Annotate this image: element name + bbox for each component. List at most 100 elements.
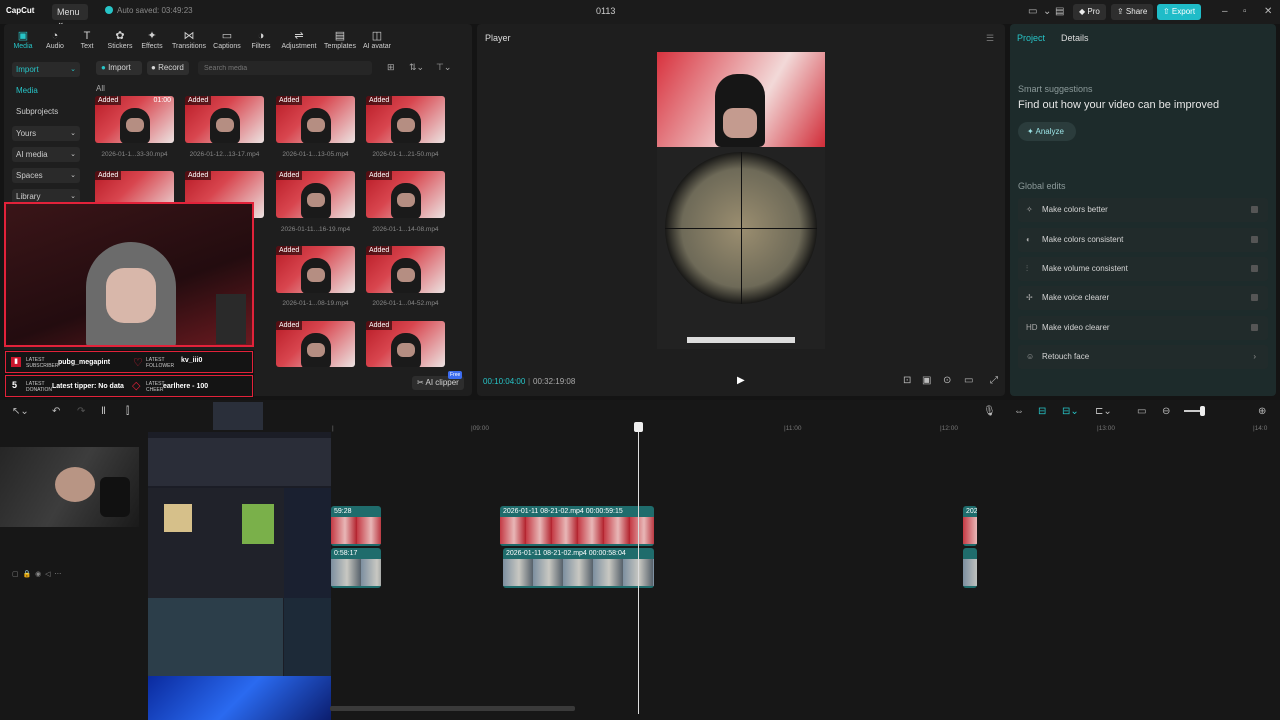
video-clip[interactable]: 2026-01-11 08-21-02.mp4 00:00:58:04 [503, 548, 654, 588]
nav-subprojects[interactable]: Subprojects [12, 104, 80, 119]
video-clip[interactable]: 2026-01-11 08-21-02.mp4 00:00:59:15 [500, 506, 654, 546]
media-thumbnail[interactable]: Added 01:00 [95, 96, 174, 143]
media-thumbnail[interactable]: Added [276, 96, 355, 143]
zoom-in-icon[interactable]: ⊕ [1258, 406, 1266, 417]
video-clip[interactable]: 0:58:17 [331, 548, 381, 588]
tool-adjustment[interactable]: ⇌ Adjustment [280, 30, 318, 50]
playhead[interactable] [638, 424, 639, 714]
make-voice-clearer-item[interactable]: ✢ Make voice clearer [1018, 286, 1268, 310]
fullscreen-icon[interactable]: ⤢ [990, 375, 998, 386]
media-thumbnail[interactable]: Added [366, 171, 445, 218]
ratio-icon[interactable]: ▭ [964, 375, 973, 386]
media-thumbnail[interactable]: Added [366, 321, 445, 367]
speaker-icon[interactable]: ◁ [45, 571, 50, 578]
video-clip[interactable] [963, 548, 977, 588]
microphone-icon[interactable]: 🎙 [983, 406, 996, 417]
tool-filters[interactable]: ◑ Filters [242, 30, 280, 50]
lock-icon[interactable]: 🔒 [23, 571, 32, 578]
pro-button[interactable]: ◆ Pro [1073, 4, 1106, 20]
volume-icon: ⫶ [1026, 264, 1028, 273]
maximize-icon[interactable]: ▫ [1243, 6, 1247, 17]
filter-icon[interactable]: ⊤⌄ [436, 62, 451, 73]
toggle-checkbox[interactable] [1251, 265, 1258, 272]
preview-axis-icon[interactable]: ⊏⌄ [1095, 406, 1112, 417]
video-preview[interactable] [657, 52, 825, 349]
media-thumbnail[interactable]: Added [276, 321, 355, 367]
shortcuts-icon[interactable]: ▤ [1055, 6, 1064, 17]
player-menu-icon[interactable]: ☰ [986, 33, 994, 44]
nav-spaces[interactable]: Spaces ⌄ [12, 168, 80, 183]
tool-captions[interactable]: ▭ Captions [208, 30, 246, 50]
cover-icon[interactable]: ▢ [12, 571, 19, 578]
retouch-face-item[interactable]: ☺ Retouch face › [1018, 345, 1268, 369]
link-icon[interactable]: ⇔ [1014, 406, 1024, 417]
tool-ai-avatar[interactable]: ◫ AI avatar [358, 30, 396, 50]
import-button[interactable]: ● Import [96, 61, 142, 75]
select-tool-icon[interactable]: ↖⌄ [12, 406, 29, 417]
make-video-clearer-item[interactable]: HD Make video clearer [1018, 316, 1268, 340]
layout-menu-icon[interactable]: ⌄ [1043, 6, 1051, 17]
menu-button[interactable]: Menu ⌄ [52, 4, 88, 27]
nav-media[interactable]: Media [12, 83, 80, 98]
make-volume-consistent-item[interactable]: ⫶ Make volume consistent [1018, 257, 1268, 281]
quality-icon[interactable]: ▣ [922, 375, 931, 386]
media-thumbnail[interactable]: Added [366, 96, 445, 143]
tab-details[interactable]: Details [1061, 33, 1089, 43]
sort-icon[interactable]: ⇅⌄ [409, 62, 424, 73]
caption-track-icon[interactable]: ▭ [1137, 406, 1146, 417]
chevron-down-icon: ⌄ [70, 151, 76, 158]
snap-icon[interactable]: ⊟⌄ [1062, 406, 1079, 417]
grid-view-icon[interactable]: ⊞ [387, 62, 395, 73]
nav-ai-media[interactable]: AI media ⌄ [12, 147, 80, 162]
playhead-handle[interactable] [634, 422, 643, 432]
search-input[interactable] [198, 61, 372, 75]
analyze-button[interactable]: ✦ Analyze [1018, 122, 1076, 141]
share-button[interactable]: ⇪ Share [1111, 4, 1154, 20]
tool-transitions[interactable]: ⋈ Transitions [170, 30, 208, 50]
tool-label: Captions [213, 43, 241, 50]
zoom-out-icon[interactable]: ⊖ [1162, 406, 1170, 417]
toggle-checkbox[interactable] [1251, 236, 1258, 243]
zoom-slider-handle[interactable] [1200, 406, 1205, 416]
undo-icon[interactable]: ↶ [52, 406, 60, 417]
zoom-icon[interactable]: ⊙ [943, 375, 951, 386]
make-colors-better-item[interactable]: ✧ Make colors better [1018, 198, 1268, 222]
record-button[interactable]: ● Record [147, 61, 189, 75]
crop-icon[interactable]: ⊡ [903, 375, 911, 386]
tool-effects[interactable]: ✦ Effects [133, 30, 171, 50]
toggle-checkbox[interactable] [1251, 294, 1258, 301]
smart-suggestions-text: Find out how your video can be improved [1018, 99, 1220, 111]
media-thumbnail[interactable]: Added [185, 96, 264, 143]
stream-row: ▮ LATEST SUBSCRIBER pubg_megapint ♡ LATE… [5, 351, 253, 373]
transitions-icon: ⋈ [183, 30, 195, 42]
ruler-tick: |13:00 [1097, 425, 1115, 432]
split-icon[interactable]: Ⅱ [101, 406, 106, 417]
media-thumbnail[interactable]: Added [276, 246, 355, 293]
make-colors-consistent-item[interactable]: ◐ Make colors consistent [1018, 228, 1268, 252]
magnet-icon[interactable]: ⊟ [1038, 406, 1046, 417]
play-button[interactable]: ▶ [737, 375, 745, 386]
close-icon[interactable]: ✕ [1264, 6, 1272, 17]
export-button[interactable]: ⇧ Export [1157, 4, 1202, 20]
layout-icon[interactable]: ▭ [1028, 6, 1037, 17]
media-thumbnail[interactable]: Added [366, 246, 445, 293]
ai-clipper-label: AI clipper [425, 378, 459, 387]
eye-icon[interactable]: ◉ [35, 571, 41, 578]
media-thumbnail[interactable]: Added [276, 171, 355, 218]
redo-icon[interactable]: ↷ [77, 406, 85, 417]
media-filename: 2026-01-12...13-17.mp4 [189, 151, 260, 158]
delete-left-icon[interactable]: ⫿ [126, 406, 129, 417]
toggle-checkbox[interactable] [1251, 206, 1258, 213]
toggle-checkbox[interactable] [1251, 324, 1258, 331]
video-clip[interactable]: 59:28 [331, 506, 381, 546]
nav-import[interactable]: Import ⌄ [12, 62, 80, 77]
video-clip[interactable]: 202 [963, 506, 977, 546]
edit-label: Make video clearer [1042, 323, 1110, 332]
more-icon[interactable]: ⋯ [54, 571, 61, 578]
nav-label: Yours [16, 129, 37, 138]
minimize-icon[interactable]: – [1222, 6, 1228, 17]
tool-templates[interactable]: ▤ Templates [321, 30, 359, 50]
nav-yours[interactable]: Yours ⌄ [12, 126, 80, 141]
timeline-scrollbar[interactable] [330, 706, 575, 711]
tab-project[interactable]: Project [1017, 33, 1045, 43]
